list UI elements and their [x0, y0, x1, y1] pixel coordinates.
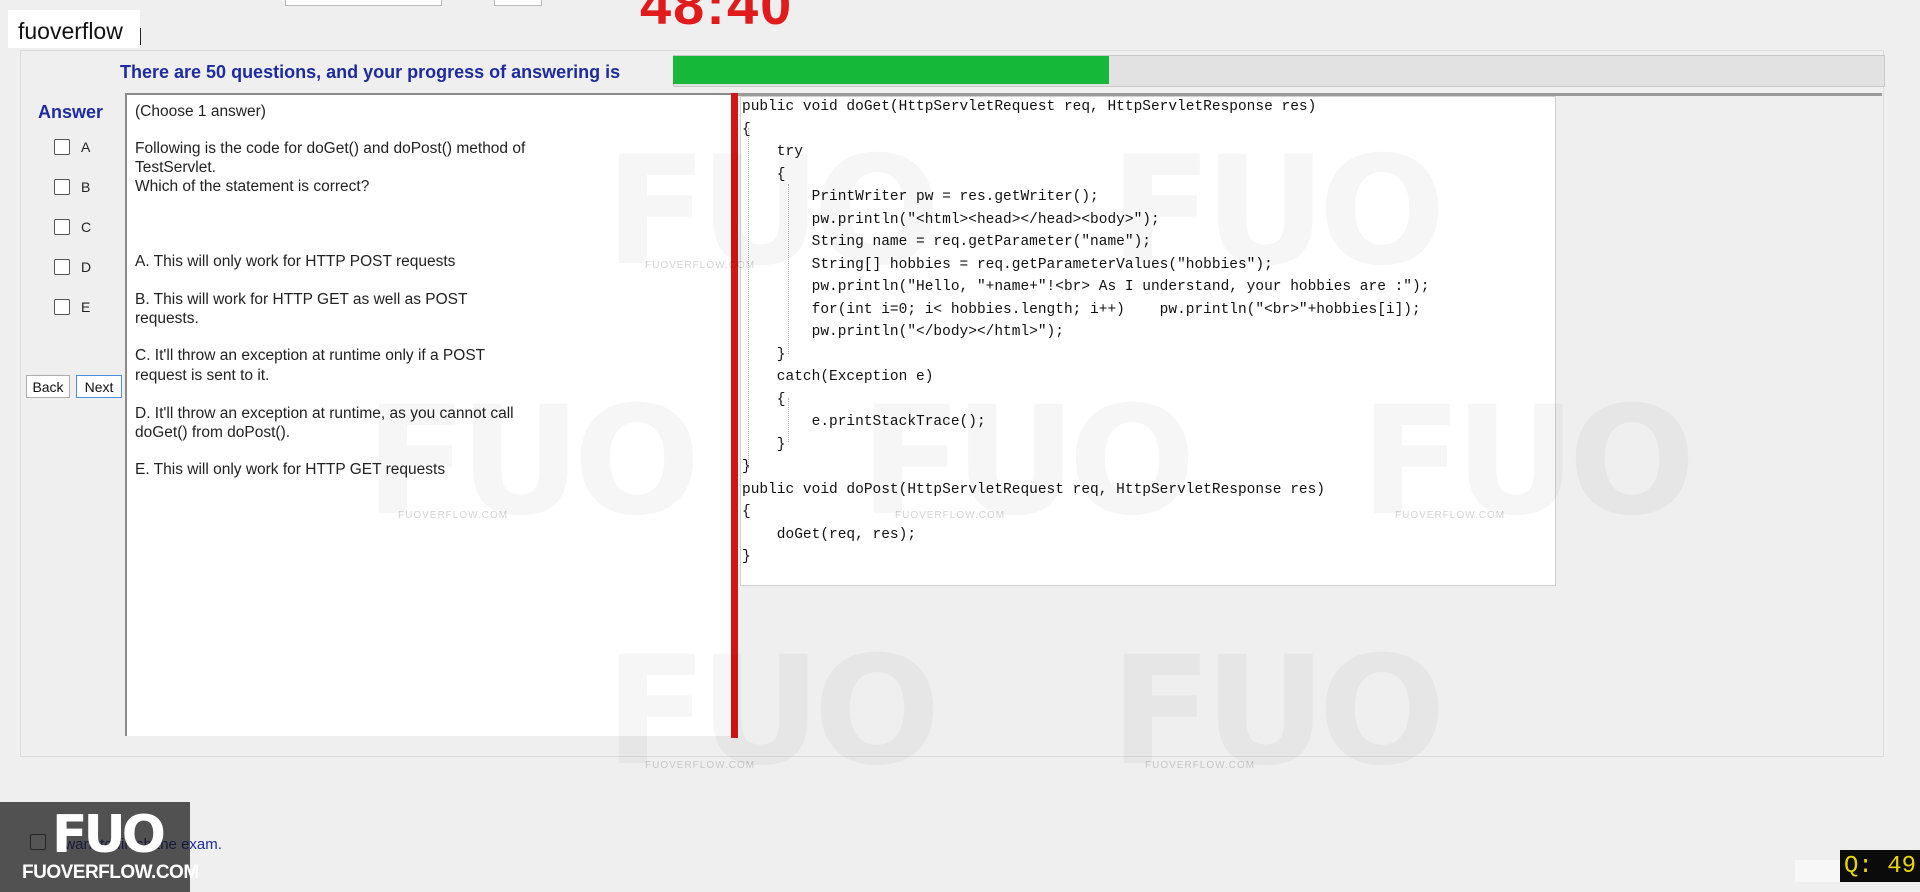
answer-option-e[interactable]: E: [54, 297, 90, 317]
answer-option-a[interactable]: A: [54, 137, 90, 157]
answer-option-b[interactable]: B: [54, 177, 90, 197]
question-counter: Q: 49: [1840, 850, 1920, 882]
progress-fill: [673, 56, 1109, 84]
top-input-right[interactable]: [494, 0, 542, 6]
code-line: public void doGet(HttpServletRequest req…: [742, 99, 1317, 115]
code-line: }: [742, 549, 751, 565]
brand-name: fuoverflow: [18, 18, 123, 44]
choice-a-text: A. This will only work for HTTP POST req…: [135, 253, 456, 270]
counter-backdrop: [1795, 860, 1840, 882]
countdown-timer: 48:40: [640, 0, 794, 36]
watermark-logo: FUO: [605, 125, 933, 299]
choice-b-text-line-1: B. This will work for HTTP GET as well a…: [135, 291, 468, 308]
code-line: {: [742, 391, 786, 408]
choice-b-text-line-2: requests.: [135, 310, 199, 327]
answer-option-c[interactable]: C: [54, 217, 91, 237]
checkbox-d[interactable]: [54, 259, 70, 275]
back-button[interactable]: Back: [26, 375, 70, 398]
text-caret: [140, 28, 141, 45]
code-line: }: [742, 346, 786, 363]
option-label-e: E: [81, 299, 91, 315]
option-label-b: B: [81, 179, 91, 195]
checkbox-b[interactable]: [54, 179, 70, 195]
option-label-c: C: [81, 219, 92, 235]
question-stem-line-2: TestServlet.: [135, 159, 216, 176]
checkbox-c[interactable]: [54, 219, 70, 235]
answer-option-d[interactable]: D: [54, 257, 91, 277]
choice-c-text-line-1: C. It'll throw an exception at runtime o…: [135, 347, 486, 364]
logo-mark: FUO: [52, 805, 166, 865]
code-line: for(int i=0; i< hobbies.length; i++) pw.…: [742, 301, 1421, 318]
option-label-d: D: [81, 259, 92, 275]
code-line: }: [742, 436, 786, 453]
watermark-logo: FUO: [605, 625, 933, 799]
progress-label: There are 50 questions, and your progres…: [120, 62, 621, 82]
watermark-logo: FUO: [1110, 625, 1438, 799]
question-instruction: (Choose 1 answer): [135, 103, 266, 120]
watermark-text: FUOVERFLOW.COM: [398, 510, 509, 521]
watermark-logo: FUO: [365, 375, 693, 549]
watermark-logo: FUO: [860, 375, 1188, 549]
next-button[interactable]: Next: [76, 375, 122, 398]
watermark-text: FUOVERFLOW.COM: [1395, 510, 1506, 521]
code-line: {: [742, 504, 751, 520]
watermark-logo: FUO: [1360, 375, 1688, 549]
question-stem-line-1: Following is the code for doGet() and do…: [135, 140, 526, 157]
watermark-text: FUOVERFLOW.COM: [1145, 760, 1256, 771]
watermark-logo: FUO: [1110, 125, 1438, 299]
watermark-text: FUOVERFLOW.COM: [895, 510, 1006, 521]
question-stem-line-3: Which of the statement is correct?: [135, 178, 370, 195]
code-line: pw.println("</body></html>");: [742, 324, 1064, 340]
checkbox-a[interactable]: [54, 139, 70, 155]
code-line: }: [742, 459, 751, 475]
logo-wordmark: FUOVERFLOW.COM: [22, 862, 199, 883]
watermark-text: FUOVERFLOW.COM: [645, 260, 756, 271]
watermark-text: FUOVERFLOW.COM: [645, 760, 756, 771]
answer-title: Answer: [38, 102, 104, 122]
checkbox-e[interactable]: [54, 299, 70, 315]
option-label-a: A: [81, 139, 91, 155]
top-input-left[interactable]: [285, 0, 442, 6]
